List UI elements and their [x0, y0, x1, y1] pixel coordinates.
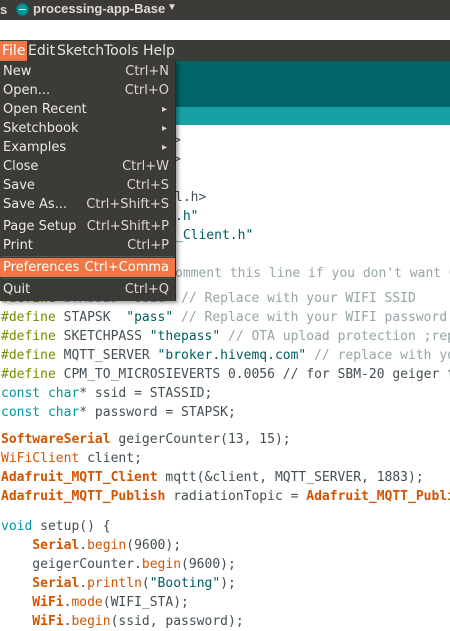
code-line: SoftwareSerial geigerCounter(13, 15);	[1, 432, 291, 447]
code-line: _Client.h"	[175, 228, 254, 243]
menu-bar: File Edit Sketch Tools Help	[0, 40, 450, 61]
menu-item-sketchbook[interactable]: Sketchbook ▸	[0, 119, 175, 138]
menu-sketch[interactable]: Sketch	[57, 41, 104, 61]
code-line: #define CPM_TO_MICROSIEVERTS 0.0056 // f…	[1, 367, 450, 382]
title-dropdown-caret-icon[interactable]: ▼	[167, 2, 177, 13]
code-line: #define MQTT_SERVER "broker.hivemq.com" …	[1, 348, 450, 363]
code-line: #define SKETCHPASS "thepass" // OTA uplo…	[1, 329, 450, 344]
menu-item-preferences[interactable]: Preferences Ctrl+Comma	[0, 258, 175, 277]
title-bar: s processing-app-Base ▼	[0, 0, 450, 20]
menu-item-quit[interactable]: Quit Ctrl+Q	[0, 280, 175, 299]
submenu-arrow-icon: ▸	[161, 123, 167, 134]
code-line: omment this line if you don't want OT	[175, 266, 450, 281]
code-line: geigerCounter.begin(9600);	[1, 557, 236, 572]
file-menu-dropdown: New Ctrl+N Open... Ctrl+O Open Recent ▸ Ske…	[0, 61, 176, 301]
editor-tab-strip	[175, 107, 450, 125]
code-line: const char* password = STAPSK;	[1, 405, 236, 420]
menu-item-page-setup[interactable]: Page Setup Ctrl+Shift+P	[0, 217, 175, 236]
code-line: void setup() {	[1, 519, 111, 534]
menu-item-save-as[interactable]: Save As... Ctrl+Shift+S	[0, 195, 175, 214]
code-line: l.h>	[175, 190, 207, 205]
menu-item-open[interactable]: Open... Ctrl+O	[0, 81, 175, 100]
menu-help[interactable]: Help	[143, 41, 175, 61]
submenu-arrow-icon: ▸	[161, 142, 167, 153]
arduino-app-icon	[16, 3, 29, 16]
code-line: WiFi.mode(WIFI_STA);	[1, 595, 189, 610]
window-title[interactable]: processing-app-Base	[33, 1, 165, 16]
code-line: #define STAPSK "pass" // Replace with yo…	[1, 310, 448, 325]
menu-separator	[2, 278, 173, 279]
code-line: Adafruit_MQTT_Client mqtt(&client, MQTT_…	[1, 470, 424, 485]
code-line: WiFiClient client;	[1, 451, 142, 466]
menu-item-close[interactable]: Close Ctrl+W	[0, 157, 175, 176]
code-line: Serial.begin(9600);	[1, 538, 182, 553]
code-line: WiFi.begin(ssid, password);	[1, 614, 244, 629]
code-line: Serial.println("Booting");	[1, 576, 236, 591]
menu-edit[interactable]: Edit	[28, 41, 55, 61]
menu-item-examples[interactable]: Examples ▸	[0, 138, 175, 157]
editor-toolbar	[175, 61, 450, 107]
menu-item-new[interactable]: New Ctrl+N	[0, 62, 175, 81]
menu-file[interactable]: File	[0, 41, 28, 61]
menu-item-print[interactable]: Print Ctrl+P	[0, 236, 175, 255]
menu-item-save[interactable]: Save Ctrl+S	[0, 176, 175, 195]
code-line: Adafruit_MQTT_Publish radiationTopic = A…	[1, 489, 450, 504]
submenu-arrow-icon: ▸	[161, 104, 167, 115]
menu-tools[interactable]: Tools	[104, 41, 139, 61]
code-line: .h"	[175, 209, 199, 224]
menu-separator	[2, 256, 173, 257]
code-line: const char* ssid = STASSID;	[1, 386, 213, 401]
menu-item-open-recent[interactable]: Open Recent ▸	[0, 100, 175, 119]
title-bar-edge-text: s	[0, 2, 8, 17]
